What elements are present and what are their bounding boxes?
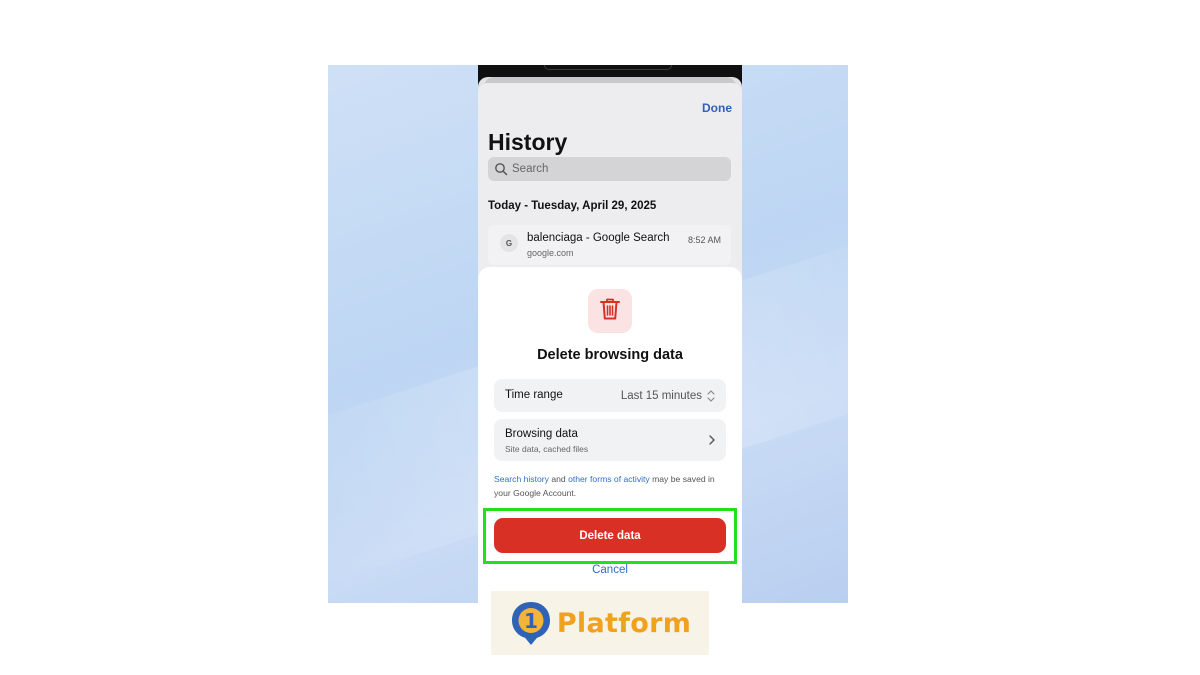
- logo-badge-icon: 1: [509, 599, 553, 647]
- search-bar[interactable]: [488, 157, 731, 181]
- delete-data-button[interactable]: Delete data: [494, 518, 726, 553]
- dynamic-island: [544, 65, 672, 70]
- other-activity-link[interactable]: other forms of activity: [568, 474, 650, 484]
- browsing-data-subtitle: Site data, cached files: [505, 444, 589, 454]
- browsing-data-option[interactable]: Browsing data Site data, cached files: [494, 419, 726, 461]
- notice-text-and: and: [548, 474, 569, 484]
- cancel-button[interactable]: Cancel: [478, 564, 742, 576]
- platform-logo: 1 Platform: [509, 599, 691, 647]
- trash-icon: [599, 297, 621, 326]
- time-range-value-wrap: Last 15 minutes: [621, 389, 716, 403]
- search-input[interactable]: [512, 163, 712, 175]
- time-range-value: Last 15 minutes: [620, 390, 702, 402]
- trash-icon-badge: [588, 289, 632, 333]
- page-title: History: [488, 129, 568, 155]
- browsing-data-label: Browsing data: [505, 428, 578, 440]
- phone-screen: Done History Today - Tuesday, April 29, …: [478, 65, 742, 603]
- search-icon: [494, 162, 508, 176]
- done-button[interactable]: Done: [702, 101, 732, 115]
- history-entry-url: google.com: [527, 248, 574, 258]
- logo-wordmark: Platform: [556, 607, 692, 639]
- delete-browsing-data-sheet: Delete browsing data Time range Last 15 …: [478, 267, 742, 603]
- time-range-label: Time range: [505, 389, 563, 401]
- chevron-right-icon: [708, 433, 716, 447]
- history-entry[interactable]: G balenciaga - Google Search google.com …: [488, 225, 731, 265]
- dialog-title: Delete browsing data: [537, 347, 683, 363]
- search-history-link[interactable]: Search history: [494, 474, 549, 484]
- account-activity-notice: Search history and other forms of activi…: [494, 472, 730, 500]
- history-entry-title: balenciaga - Google Search: [527, 232, 670, 244]
- watermark-banner: 1 Platform: [491, 591, 709, 655]
- date-section-header: Today - Tuesday, April 29, 2025: [488, 200, 657, 212]
- time-range-selector[interactable]: Time range Last 15 minutes: [494, 379, 726, 412]
- logo-digit: 1: [524, 609, 538, 633]
- history-entry-time: 8:52 AM: [687, 235, 721, 245]
- chevron-up-down-icon: [706, 389, 716, 403]
- google-favicon-icon: G: [500, 234, 518, 252]
